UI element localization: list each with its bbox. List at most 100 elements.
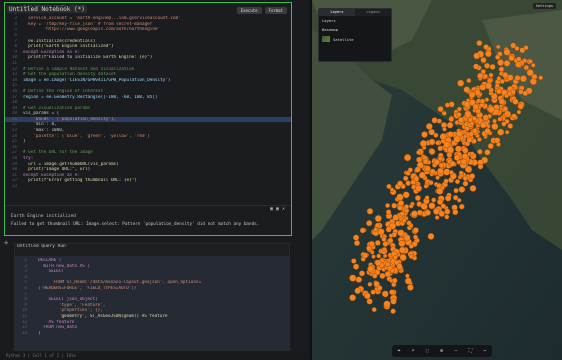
data-point[interactable] — [477, 148, 483, 155]
data-point[interactable] — [449, 170, 454, 175]
data-point[interactable] — [530, 63, 536, 68]
data-point[interactable] — [385, 261, 391, 268]
data-point[interactable] — [366, 220, 373, 227]
data-point[interactable] — [372, 273, 378, 279]
data-point[interactable] — [444, 195, 452, 202]
settings-button[interactable]: Settings — [532, 3, 556, 9]
data-point[interactable] — [492, 118, 497, 124]
data-point[interactable] — [392, 214, 400, 222]
map-tool-icon[interactable]: ⬚ — [426, 348, 429, 354]
data-point[interactable] — [423, 183, 429, 189]
data-point[interactable] — [463, 101, 471, 108]
data-point[interactable] — [436, 187, 444, 195]
data-point[interactable] — [469, 151, 475, 156]
data-point[interactable] — [497, 128, 505, 136]
data-point[interactable] — [381, 290, 389, 298]
data-point[interactable] — [458, 203, 465, 210]
data-point[interactable] — [355, 276, 362, 283]
code-line[interactable]: 33 — [5, 184, 291, 190]
data-point[interactable] — [408, 243, 414, 249]
data-point[interactable] — [374, 214, 382, 222]
data-point[interactable] — [443, 168, 451, 176]
data-point[interactable] — [526, 68, 534, 77]
data-point[interactable] — [421, 131, 428, 138]
data-point[interactable] — [409, 203, 414, 209]
data-point[interactable] — [489, 63, 496, 70]
data-point[interactable] — [412, 227, 419, 234]
data-point[interactable] — [460, 158, 468, 166]
data-point[interactable] — [385, 209, 392, 215]
layer-item[interactable]: Satellite — [319, 34, 391, 44]
data-point[interactable] — [453, 135, 461, 143]
data-point[interactable] — [382, 241, 389, 247]
add-cell-button[interactable]: + — [4, 239, 8, 247]
data-point[interactable] — [352, 234, 360, 241]
map-tool-icon[interactable]: ⊕ — [440, 348, 443, 354]
data-point[interactable] — [442, 127, 447, 132]
data-point[interactable] — [396, 193, 404, 201]
data-point[interactable] — [415, 184, 423, 192]
data-point[interactable] — [484, 62, 491, 69]
data-point[interactable] — [408, 254, 414, 260]
data-point[interactable] — [480, 56, 487, 64]
data-point[interactable] — [479, 121, 487, 129]
data-point[interactable] — [523, 64, 530, 71]
data-point[interactable] — [504, 93, 509, 99]
data-point[interactable] — [364, 292, 371, 300]
data-point[interactable] — [468, 131, 474, 137]
data-point[interactable] — [494, 83, 500, 89]
data-point[interactable] — [464, 110, 472, 118]
data-point[interactable] — [370, 289, 376, 295]
map-tool-icon[interactable]: − — [454, 348, 457, 354]
data-point[interactable] — [504, 129, 510, 135]
data-point[interactable] — [412, 234, 418, 240]
data-point[interactable] — [538, 75, 544, 81]
data-point[interactable] — [349, 294, 356, 302]
data-point[interactable] — [449, 160, 456, 167]
data-point[interactable] — [518, 89, 524, 95]
data-point[interactable] — [391, 277, 398, 284]
data-point[interactable] — [403, 234, 411, 242]
data-point[interactable] — [411, 210, 418, 218]
data-point[interactable] — [443, 141, 451, 149]
data-point[interactable] — [516, 56, 522, 62]
data-point[interactable] — [405, 180, 411, 186]
data-point[interactable] — [437, 156, 443, 161]
data-point[interactable] — [396, 180, 404, 187]
data-point[interactable] — [453, 187, 459, 194]
data-point[interactable] — [495, 88, 502, 95]
data-point[interactable] — [367, 265, 375, 273]
data-point[interactable] — [401, 218, 407, 223]
data-point[interactable] — [351, 258, 357, 264]
data-point[interactable] — [497, 59, 505, 66]
data-point[interactable] — [385, 226, 392, 233]
data-point[interactable] — [435, 140, 441, 146]
data-point[interactable] — [454, 145, 462, 153]
data-point[interactable] — [435, 175, 440, 180]
data-point[interactable] — [496, 76, 502, 81]
data-point[interactable] — [458, 116, 465, 124]
data-point[interactable] — [491, 122, 499, 130]
data-point[interactable] — [484, 50, 492, 58]
data-point[interactable] — [431, 117, 438, 124]
data-point[interactable] — [402, 175, 409, 182]
data-point[interactable] — [446, 121, 454, 129]
data-point[interactable] — [373, 227, 378, 232]
format-button[interactable]: Format — [264, 7, 287, 14]
data-point[interactable] — [453, 154, 461, 161]
data-point[interactable] — [359, 227, 366, 234]
data-point[interactable] — [349, 274, 357, 282]
data-point[interactable] — [517, 103, 524, 110]
code-editor-1[interactable]: # Visualize Earth Engine23 service_accou… — [5, 5, 291, 190]
data-point[interactable] — [484, 82, 492, 90]
data-point[interactable] — [456, 106, 462, 112]
data-point[interactable] — [404, 277, 412, 285]
data-point[interactable] — [523, 45, 529, 51]
tab-layers[interactable]: Layers — [319, 9, 355, 16]
data-point[interactable] — [473, 63, 480, 70]
data-point[interactable] — [479, 98, 486, 105]
data-point[interactable] — [390, 308, 396, 314]
data-point[interactable] — [414, 194, 421, 201]
data-point[interactable] — [444, 208, 451, 215]
data-point[interactable] — [476, 40, 483, 47]
